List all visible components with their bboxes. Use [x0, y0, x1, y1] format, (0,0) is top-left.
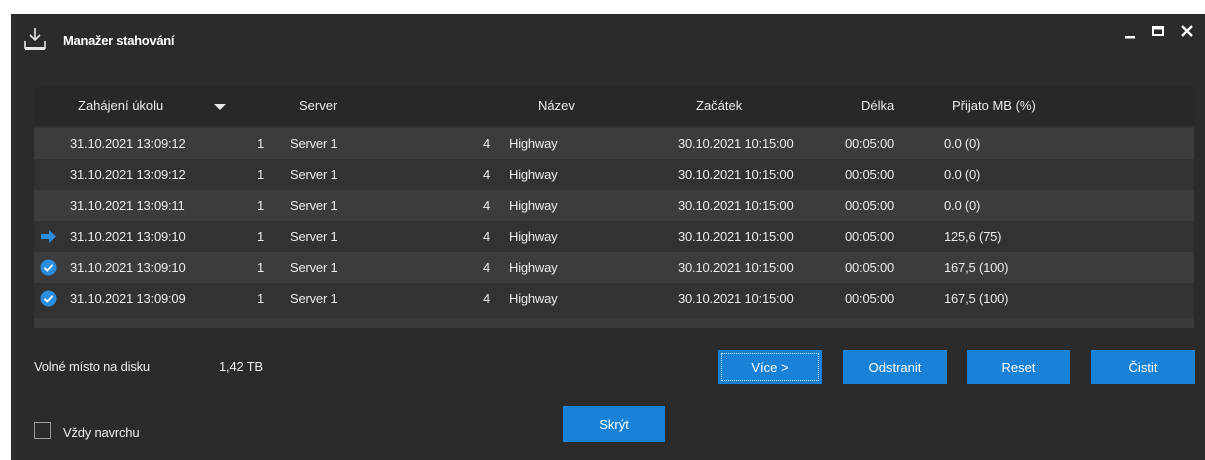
download-manager-window: Manažer stahování Zahájení úkolu Server …	[11, 14, 1205, 460]
table-header: Zahájení úkolu Server Název Začátek Délk…	[34, 86, 1194, 126]
arrow-right-icon	[41, 230, 56, 243]
cell-server: Server 1	[290, 291, 338, 306]
close-icon	[1181, 25, 1193, 37]
cell-start: 31.10.2021 13:09:10	[70, 229, 186, 244]
minimize-button[interactable]	[1119, 20, 1141, 42]
cell-length: 00:05:00	[845, 136, 895, 151]
cell-received: 125,6 (75)	[944, 229, 1002, 244]
column-header-length[interactable]: Délka	[861, 98, 894, 113]
cell-server: Server 1	[290, 167, 338, 182]
cell-received: 0.0 (0)	[944, 136, 981, 151]
cell-name-number: 4	[483, 229, 491, 244]
cell-name: Highway	[509, 260, 558, 275]
cell-server: Server 1	[290, 198, 338, 213]
more-button[interactable]: Více >	[718, 350, 822, 384]
table-body: 31.10.2021 13:09:12 1 Server 1 4 Highway…	[34, 128, 1194, 314]
check-circle-icon	[40, 259, 57, 276]
minimize-icon	[1125, 36, 1135, 39]
cell-length: 00:05:00	[845, 198, 895, 213]
cell-start: 31.10.2021 13:09:12	[70, 167, 186, 182]
table-scroll-area[interactable]	[34, 318, 1194, 328]
maximize-button[interactable]	[1147, 20, 1169, 42]
cell-server-number: 1	[257, 291, 265, 306]
cell-name: Highway	[509, 229, 558, 244]
clear-button[interactable]: Čistit	[1091, 350, 1195, 384]
cell-begin: 30.10.2021 10:15:00	[678, 167, 794, 182]
cell-server: Server 1	[290, 136, 338, 151]
cell-length: 00:05:00	[845, 229, 895, 244]
cell-server: Server 1	[290, 260, 338, 275]
column-header-start[interactable]: Zahájení úkolu	[78, 98, 163, 113]
cell-server-number: 1	[257, 167, 265, 182]
cell-start: 31.10.2021 13:09:10	[70, 260, 186, 275]
sort-descending-icon[interactable]	[214, 104, 226, 110]
cell-start: 31.10.2021 13:09:11	[70, 198, 185, 213]
always-on-top-label[interactable]: Vždy navrchu	[63, 425, 140, 440]
disk-space-label: Volné místo na disku	[34, 359, 150, 374]
always-on-top-checkbox[interactable]	[34, 422, 51, 439]
cell-name: Highway	[509, 167, 558, 182]
table-row[interactable]: 31.10.2021 13:09:12 1 Server 1 4 Highway…	[34, 159, 1194, 190]
cell-name: Highway	[509, 291, 558, 306]
cell-server-number: 1	[257, 229, 265, 244]
table-row[interactable]: 31.10.2021 13:09:09 1 Server 1 4 Highway…	[34, 283, 1194, 314]
download-icon	[24, 28, 46, 50]
cell-name-number: 4	[483, 260, 491, 275]
column-header-received[interactable]: Přijato MB (%)	[952, 98, 1036, 113]
title-bar[interactable]: Manažer stahování	[11, 14, 1205, 68]
cell-received: 167,5 (100)	[944, 260, 1009, 275]
cell-begin: 30.10.2021 10:15:00	[678, 229, 794, 244]
disk-space-value: 1,42 TB	[219, 359, 263, 374]
maximize-icon	[1152, 26, 1164, 36]
table-row[interactable]: 31.10.2021 13:09:11 1 Server 1 4 Highway…	[34, 190, 1194, 221]
cell-length: 00:05:00	[845, 291, 895, 306]
cell-received: 0.0 (0)	[944, 167, 981, 182]
table-row[interactable]: 31.10.2021 13:09:10 1 Server 1 4 Highway…	[34, 221, 1194, 252]
column-header-begin[interactable]: Začátek	[696, 98, 742, 113]
cell-length: 00:05:00	[845, 167, 895, 182]
reset-button[interactable]: Reset	[967, 350, 1070, 384]
remove-button[interactable]: Odstranit	[843, 350, 947, 384]
cell-begin: 30.10.2021 10:15:00	[678, 291, 794, 306]
cell-name-number: 4	[483, 167, 491, 182]
cell-begin: 30.10.2021 10:15:00	[678, 260, 794, 275]
cell-name-number: 4	[483, 291, 491, 306]
cell-begin: 30.10.2021 10:15:00	[678, 198, 794, 213]
table-row[interactable]: 31.10.2021 13:09:12 1 Server 1 4 Highway…	[34, 128, 1194, 159]
cell-name: Highway	[509, 136, 558, 151]
check-circle-icon	[40, 290, 57, 307]
downloads-table: Zahájení úkolu Server Název Začátek Délk…	[34, 86, 1194, 328]
cell-received: 0.0 (0)	[944, 198, 981, 213]
column-header-name[interactable]: Název	[538, 98, 575, 113]
cell-length: 00:05:00	[845, 260, 895, 275]
cell-received: 167,5 (100)	[944, 291, 1009, 306]
cell-server-number: 1	[257, 136, 265, 151]
cell-begin: 30.10.2021 10:15:00	[678, 136, 794, 151]
column-header-server[interactable]: Server	[299, 98, 337, 113]
hide-button[interactable]: Skrýt	[563, 406, 665, 442]
cell-start: 31.10.2021 13:09:12	[70, 136, 186, 151]
table-row[interactable]: 31.10.2021 13:09:10 1 Server 1 4 Highway…	[34, 252, 1194, 283]
cell-name: Highway	[509, 198, 558, 213]
cell-server-number: 1	[257, 260, 265, 275]
close-button[interactable]	[1176, 20, 1198, 42]
cell-name-number: 4	[483, 136, 491, 151]
cell-name-number: 4	[483, 198, 491, 213]
cell-start: 31.10.2021 13:09:09	[70, 291, 186, 306]
window-title: Manažer stahování	[63, 33, 175, 48]
cell-server: Server 1	[290, 229, 338, 244]
cell-server-number: 1	[257, 198, 265, 213]
